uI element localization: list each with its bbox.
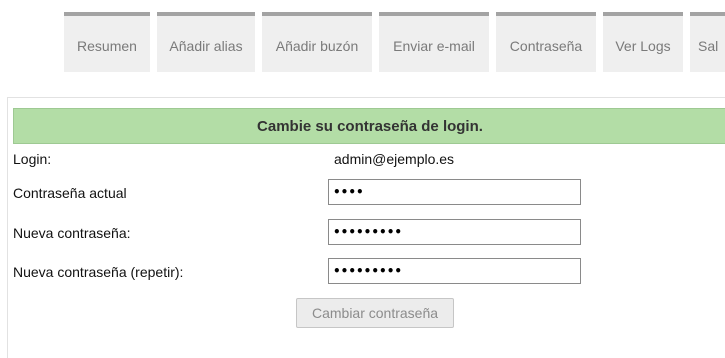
tab-label: Sal: [698, 38, 719, 54]
tab-label: Añadir buzón: [275, 38, 359, 54]
tab-salir[interactable]: Sal: [690, 12, 725, 72]
login-value: admin@ejemplo.es: [334, 151, 455, 167]
nav-tabs: Resumen Añadir alias Añadir buzón Enviar…: [64, 12, 725, 72]
password-form-panel: Cambie su contraseña de login. Login: ad…: [7, 97, 725, 358]
change-password-button[interactable]: Cambiar contraseña: [296, 298, 454, 328]
form-title: Cambie su contraseña de login.: [13, 108, 725, 144]
current-password-label: Contraseña actual: [13, 185, 127, 201]
tab-resumen[interactable]: Resumen: [64, 12, 150, 72]
tab-label: Enviar e-mail: [393, 38, 475, 54]
repeat-password-input[interactable]: [328, 258, 581, 284]
new-password-label: Nueva contraseña:: [13, 225, 131, 241]
tab-label: Ver Logs: [615, 38, 671, 54]
tab-contrasena[interactable]: Contraseña: [496, 12, 596, 72]
repeat-password-label: Nueva contraseña (repetir):: [13, 264, 184, 280]
tab-label: Resumen: [77, 38, 137, 54]
current-password-input[interactable]: [328, 179, 581, 205]
tab-ver-logs[interactable]: Ver Logs: [603, 12, 683, 72]
tab-label: Contraseña: [509, 38, 583, 54]
login-label: Login:: [13, 151, 52, 167]
tab-enviar-email[interactable]: Enviar e-mail: [379, 12, 489, 72]
tab-anadir-alias[interactable]: Añadir alias: [157, 12, 255, 72]
tab-label: Añadir alias: [169, 38, 243, 54]
tab-anadir-buzon[interactable]: Añadir buzón: [262, 12, 372, 72]
new-password-input[interactable]: [328, 219, 581, 245]
